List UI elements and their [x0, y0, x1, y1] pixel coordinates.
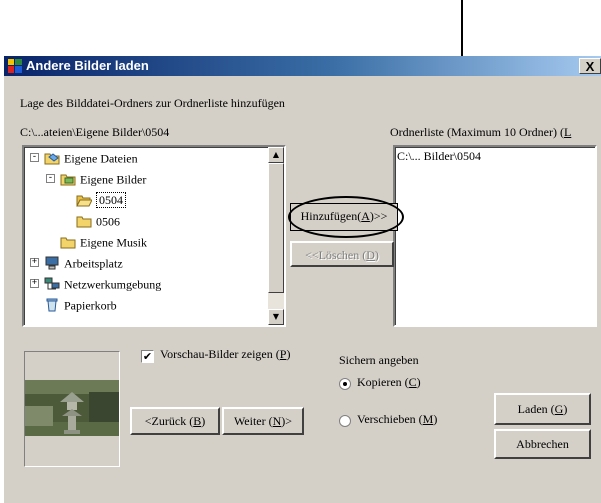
instruction-text: Lage des Bilddatei-Ordners zur Ordnerlis… — [20, 96, 285, 110]
folder-list-label: Ordnerliste (Maximum 10 Ordner) (L — [390, 125, 572, 139]
folder-pictures-icon — [60, 172, 76, 186]
copy-radio-label: Kopieren (C) — [357, 375, 421, 389]
move-radio-label: Verschieben (M) — [357, 412, 438, 426]
folder-icon — [60, 235, 76, 249]
expand-icon[interactable]: + — [30, 279, 39, 288]
tree-item-label: Arbeitsplatz — [64, 256, 123, 271]
collapse-icon[interactable]: - — [46, 174, 55, 183]
app-icon — [8, 59, 22, 73]
preview-thumbnail — [24, 351, 120, 467]
load-button[interactable]: Laden (G) — [494, 393, 591, 425]
window-title: Andere Bilder laden — [26, 58, 149, 73]
expand-icon[interactable]: + — [30, 258, 39, 267]
folder-tree[interactable]: Eigene Dateien - Eigene Bilder -0504 0506 Eig… — [22, 145, 286, 327]
tree-item[interactable]: 0504 — [76, 189, 126, 209]
tree-item[interactable]: Arbeitsplatz — [44, 252, 123, 272]
tree-item[interactable]: Netzwerkumgebung — [44, 273, 161, 293]
scroll-down-button[interactable]: ▼ — [268, 309, 284, 325]
preview-image — [25, 380, 119, 436]
save-group-label: Sichern angeben — [339, 353, 419, 367]
scroll-up-button[interactable]: ▲ — [268, 147, 284, 163]
folder-documents-icon — [44, 151, 60, 165]
tree-item-label: 0504 — [96, 192, 126, 209]
computer-icon — [44, 256, 60, 270]
preview-checkbox[interactable]: ✔ — [141, 350, 154, 363]
tree-item-label: Eigene Musik — [80, 235, 147, 250]
tree-item[interactable]: Eigene Dateien — [44, 147, 138, 167]
open-folder-icon — [76, 193, 93, 207]
back-button[interactable]: <Zurück (B) — [130, 407, 220, 435]
move-radio[interactable] — [339, 415, 351, 427]
next-button[interactable]: Weiter (N)> — [222, 407, 304, 435]
network-icon — [44, 277, 60, 291]
copy-radio[interactable] — [339, 378, 351, 390]
recycle-bin-icon — [44, 298, 60, 312]
tree-item[interactable]: Eigene Bilder — [60, 168, 146, 188]
folder-list[interactable]: C:\... Bilder\0504 — [393, 145, 597, 327]
folder-icon — [76, 214, 92, 228]
tree-item[interactable]: 0506 — [76, 210, 120, 230]
cancel-button[interactable]: Abbrechen — [494, 429, 591, 459]
tree-scrollbar[interactable]: ▲ ▼ — [268, 147, 284, 325]
highlight-ellipse — [288, 196, 404, 238]
title-bar[interactable]: Andere Bilder laden X — [4, 56, 601, 76]
tree-item[interactable]: Eigene Musik — [60, 231, 147, 251]
tree-item-label: Netzwerkumgebung — [64, 277, 162, 292]
delete-folder-button[interactable]: <<Löschen (D) — [290, 241, 394, 267]
current-path: C:\...ateien\Eigene Bilder\0504 — [20, 125, 170, 139]
preview-checkbox-label: Vorschau-Bilder zeigen (P) — [160, 347, 291, 361]
scroll-thumb[interactable] — [268, 163, 284, 293]
tree-item[interactable]: Papierkorb — [44, 294, 117, 314]
tree-item-label: Eigene Dateien — [64, 151, 138, 166]
tree-item-label: Papierkorb — [64, 298, 117, 313]
collapse-icon[interactable]: - — [30, 153, 39, 162]
close-button[interactable]: X — [579, 58, 601, 74]
folder-list-item[interactable]: C:\... Bilder\0504 — [397, 149, 481, 164]
tree-item-label: 0506 — [96, 214, 120, 229]
dialog-window: Andere Bilder laden X Lage des Bilddatei… — [4, 56, 601, 503]
radio-dot — [343, 382, 347, 386]
tree-item-label: Eigene Bilder — [80, 172, 147, 187]
